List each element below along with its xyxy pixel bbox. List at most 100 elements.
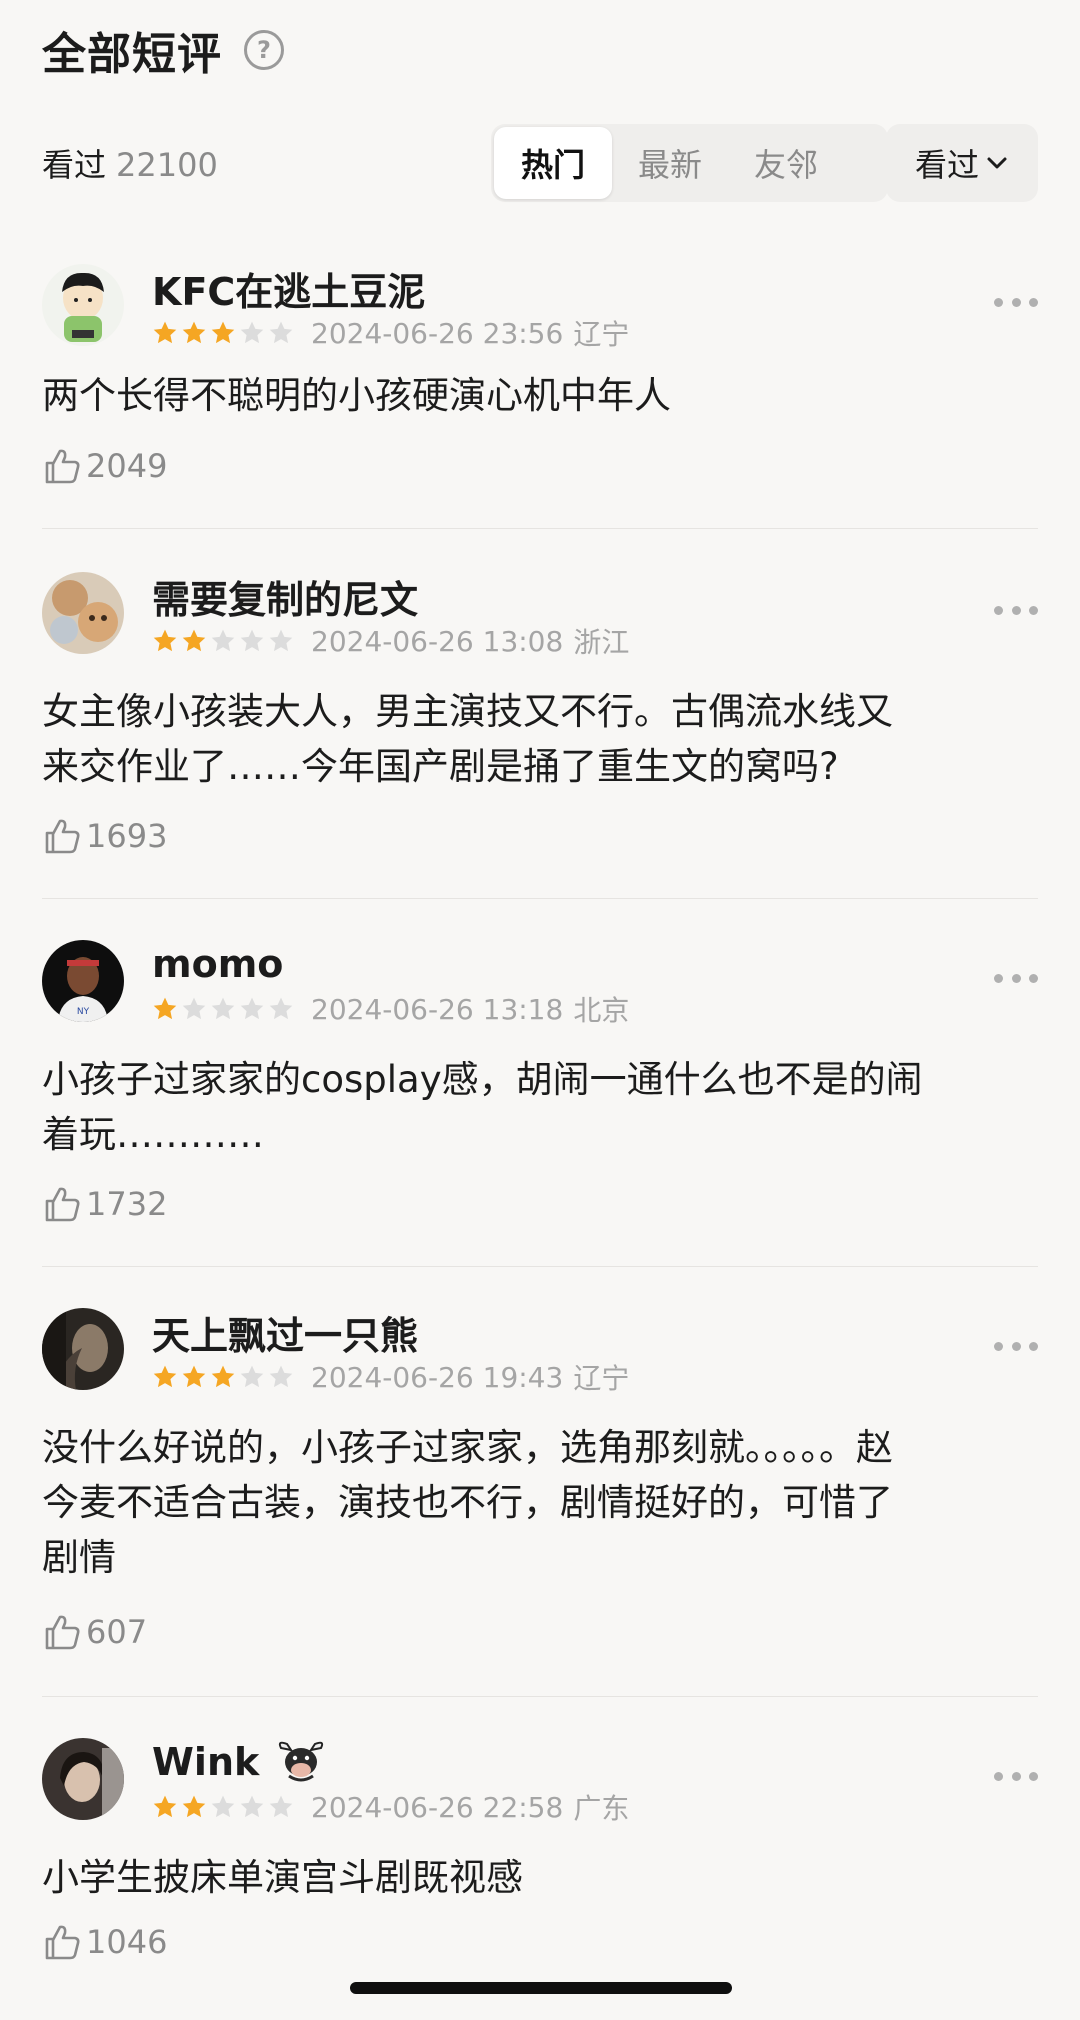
rating-stars <box>152 320 297 346</box>
star-filled-icon <box>211 1365 235 1388</box>
like-button[interactable]: 2049 <box>42 444 167 488</box>
review-meta: 2024-06-26 19:43 辽宁 <box>152 1360 630 1395</box>
star-empty-icon <box>269 321 293 344</box>
review-item: NY momo 2024-06-26 13:18 北京 小孩子过家家的cospl… <box>42 940 1038 1240</box>
star-filled-icon <box>153 1365 177 1388</box>
star-filled-icon <box>211 321 235 344</box>
review-item: 需要复制的尼文 2024-06-26 13:08 浙江 女主像小孩装大人，男主演… <box>42 572 1038 872</box>
more-options-icon[interactable] <box>994 1342 1038 1354</box>
star-empty-icon <box>240 1795 264 1818</box>
star-filled-icon <box>182 629 206 652</box>
review-item: KFC在逃土豆泥 2024-06-26 23:56 辽宁 两个长得不聪明的小孩硬… <box>42 264 1038 494</box>
username[interactable]: KFC在逃土豆泥 <box>152 264 425 314</box>
more-options-icon[interactable] <box>994 1772 1038 1784</box>
page-title: 全部短评 <box>42 29 222 80</box>
rating-stars <box>152 996 297 1022</box>
star-empty-icon <box>240 1365 264 1388</box>
like-button[interactable]: 1732 <box>42 1182 167 1226</box>
username[interactable]: Wink <box>152 1738 327 1786</box>
chevron-down-icon <box>987 157 1007 169</box>
rating-stars <box>152 1364 297 1390</box>
watched-count: 看过 22100 <box>42 140 218 186</box>
thumbs-up-icon <box>45 819 80 854</box>
star-empty-icon <box>269 1795 293 1818</box>
more-options-icon[interactable] <box>994 974 1038 986</box>
more-options-icon[interactable] <box>994 606 1038 618</box>
review-content: 两个长得不聪明的小孩硬演心机中年人 <box>42 374 671 417</box>
svg-text:NY: NY <box>77 1007 90 1017</box>
star-filled-icon <box>182 1795 206 1818</box>
star-empty-icon <box>240 629 264 652</box>
review-location: 辽宁 <box>573 318 630 351</box>
divider <box>42 1266 1038 1267</box>
avatar[interactable] <box>42 1738 124 1820</box>
username[interactable]: 天上飘过一只熊 <box>152 1308 418 1358</box>
review-content: 小学生披床单演宫斗剧既视感 <box>42 1856 523 1899</box>
review-meta: 2024-06-26 13:08 浙江 <box>152 624 630 659</box>
more-options-icon[interactable] <box>994 298 1038 310</box>
star-filled-icon <box>153 321 177 344</box>
star-empty-icon <box>211 629 235 652</box>
username-text: Wink <box>152 1740 260 1784</box>
title-row: 全部短评 ? <box>42 20 284 80</box>
star-filled-icon <box>182 1365 206 1388</box>
sort-segmented-control: 热门 最新 友邻 <box>491 124 888 202</box>
review-location: 辽宁 <box>573 1362 630 1395</box>
rating-stars <box>152 628 297 654</box>
review-meta: 2024-06-26 23:56 辽宁 <box>152 316 630 351</box>
rating-stars <box>152 1794 297 1820</box>
divider <box>42 1696 1038 1697</box>
ox-emoji-icon <box>279 1741 324 1782</box>
thumbs-up-icon <box>45 1925 80 1960</box>
review-date: 2024-06-26 13:18 <box>311 992 564 1026</box>
username[interactable]: 需要复制的尼文 <box>152 572 418 622</box>
review-date: 2024-06-26 22:58 <box>311 1790 564 1824</box>
review-item: Wink 2024-06-26 22:58 广东 小学生披床单演宫斗剧既视感 1… <box>42 1738 1038 1978</box>
like-button[interactable]: 1693 <box>42 814 167 858</box>
watched-filter-dropdown[interactable]: 看过 <box>886 124 1038 202</box>
avatar[interactable] <box>42 264 124 346</box>
home-indicator <box>350 1982 732 1994</box>
review-date: 2024-06-26 19:43 <box>311 1360 564 1394</box>
tab-hot[interactable]: 热门 <box>494 127 612 199</box>
review-location: 广东 <box>573 1792 630 1825</box>
review-meta: 2024-06-26 22:58 广东 <box>152 1790 630 1825</box>
review-location: 北京 <box>573 994 630 1027</box>
avatar[interactable]: NY <box>42 940 124 1022</box>
watched-label: 看过 <box>42 146 107 184</box>
star-filled-icon <box>153 997 177 1020</box>
watched-filter-label: 看过 <box>914 146 979 184</box>
star-empty-icon <box>240 997 264 1020</box>
star-filled-icon <box>153 629 177 652</box>
avatar[interactable] <box>42 572 124 654</box>
thumbs-up-icon <box>45 1615 80 1650</box>
like-count: 607 <box>86 1613 148 1651</box>
review-item: 天上飘过一只熊 2024-06-26 19:43 辽宁 没什么好说的，小孩子过家… <box>42 1308 1038 1668</box>
tab-friends[interactable]: 友邻 <box>728 127 844 199</box>
like-button[interactable]: 607 <box>42 1610 147 1654</box>
review-meta: 2024-06-26 13:18 北京 <box>152 992 630 1027</box>
like-button[interactable]: 1046 <box>42 1920 167 1964</box>
tab-latest[interactable]: 最新 <box>612 127 728 199</box>
question-circle-icon[interactable]: ? <box>244 30 284 70</box>
star-empty-icon <box>211 997 235 1020</box>
review-content: 没什么好说的，小孩子过家家，选角那刻就。。。。。赵 今麦不适合古装，演技也不行，… <box>42 1426 893 1579</box>
star-empty-icon <box>240 321 264 344</box>
short-reviews-page: 全部短评 ? 看过 22100 热门 最新 友邻 看过 KFC在逃土豆泥 202… <box>0 0 1080 2020</box>
like-count: 1693 <box>86 817 168 855</box>
username[interactable]: momo <box>152 940 283 988</box>
like-count: 1732 <box>86 1185 168 1223</box>
avatar[interactable] <box>42 1308 124 1390</box>
star-empty-icon <box>269 1365 293 1388</box>
thumbs-up-icon <box>45 449 80 484</box>
like-count: 1046 <box>86 1923 168 1961</box>
star-empty-icon <box>182 997 206 1020</box>
review-location: 浙江 <box>573 626 630 659</box>
like-count: 2049 <box>86 447 168 485</box>
review-date: 2024-06-26 13:08 <box>311 624 564 658</box>
divider <box>42 528 1038 529</box>
star-empty-icon <box>269 629 293 652</box>
star-empty-icon <box>211 1795 235 1818</box>
divider <box>42 898 1038 899</box>
star-filled-icon <box>153 1795 177 1818</box>
